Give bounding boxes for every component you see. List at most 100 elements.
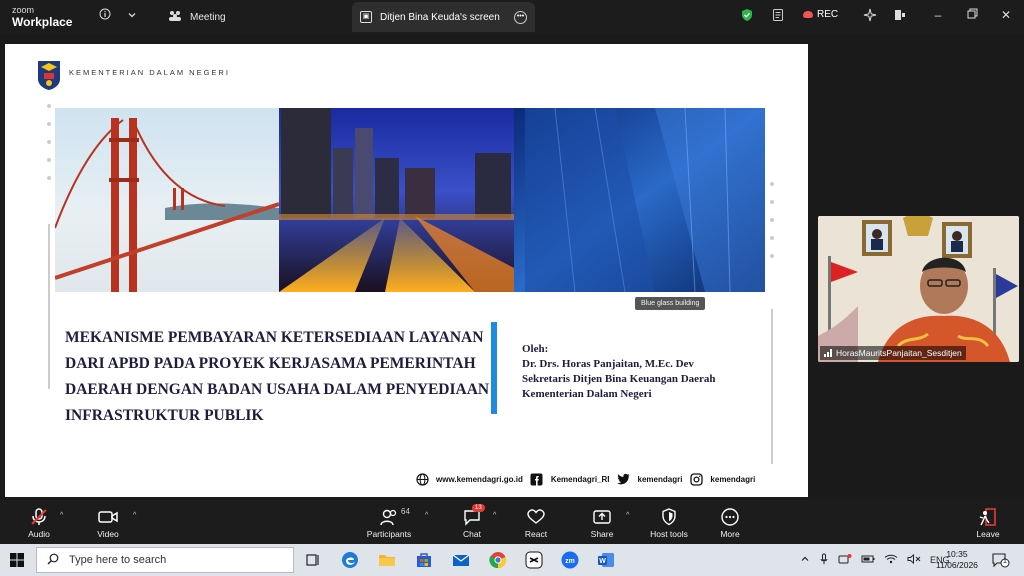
chat-icon: 13 (458, 504, 486, 528)
screen-share-icon: ▣ (360, 11, 372, 23)
svg-text:W: W (599, 558, 606, 565)
tab-meeting-label: Meeting (190, 11, 226, 23)
chrome-icon[interactable] (489, 551, 507, 569)
kemendagri-logo (36, 59, 62, 91)
windows-start-icon[interactable] (10, 553, 24, 567)
zoom-window: zoom Workplace Meeting ▣ Ditjen Bina Keu… (0, 0, 1024, 576)
chat-label: Chat (463, 529, 481, 539)
capcut-icon[interactable] (525, 551, 543, 569)
shared-slide: KEMENTERIAN DALAM NEGERI Blue glass buil… (5, 44, 808, 497)
chat-unread-badge: 13 (472, 504, 485, 512)
audio-button[interactable]: Audio (24, 506, 54, 539)
ministry-name: KEMENTERIAN DALAM NEGERI (69, 68, 230, 77)
instagram-text: kemendagri (710, 474, 756, 484)
heart-icon (522, 506, 550, 528)
taskbar-clock[interactable]: 10:35 11/06/2026 (936, 549, 978, 571)
camera-tray-icon[interactable] (838, 553, 852, 567)
notifications-icon[interactable]: 1 (992, 552, 1010, 573)
sparkle-icon[interactable] (862, 8, 878, 24)
globe-icon (415, 472, 429, 486)
decorative-dots-right (770, 182, 774, 272)
audio-options-caret-icon[interactable]: ^ (60, 512, 63, 519)
battery-icon[interactable] (861, 554, 875, 566)
wifi-icon[interactable] (884, 554, 898, 566)
word-icon[interactable]: W (597, 551, 615, 569)
share-options-caret-icon[interactable]: ^ (626, 512, 629, 519)
mic-muted-icon (24, 506, 54, 528)
audio-label: Audio (28, 529, 50, 539)
twitter-text: kemendagri (637, 474, 683, 484)
mic-tray-icon[interactable] (819, 553, 829, 567)
system-tray: ENG (800, 544, 950, 576)
tab-meeting[interactable]: Meeting (160, 0, 234, 34)
more-button[interactable]: More (716, 506, 744, 539)
notes-icon[interactable] (770, 8, 786, 24)
meeting-icon (168, 10, 182, 25)
shield-check-icon[interactable] (739, 8, 755, 24)
host-tools-button[interactable]: Host tools (646, 506, 692, 539)
accent-bar (491, 322, 497, 414)
brand-line2: Workplace (12, 15, 73, 29)
leave-button[interactable]: Leave (974, 506, 1002, 539)
mail-icon[interactable] (452, 551, 470, 569)
chat-options-caret-icon[interactable]: ^ (493, 512, 496, 519)
chevron-down-icon[interactable] (124, 8, 140, 24)
edge-browser-icon[interactable] (341, 551, 359, 569)
zoom-logo: zoom Workplace (12, 5, 73, 29)
slide-title: MEKANISME PEMBAYARAN KETERSEDIAAN LAYANA… (65, 325, 495, 429)
city-lights-photo (279, 108, 514, 292)
divider-right (771, 309, 773, 464)
more-dots-icon (716, 506, 744, 528)
author-line: Sekretaris Ditjen Bina Keuangan Daerah (522, 373, 716, 385)
shield-icon (646, 506, 692, 528)
search-icon (47, 553, 59, 568)
brand-line1: zoom (12, 5, 35, 15)
info-icon[interactable] (97, 8, 113, 24)
react-button[interactable]: React (522, 506, 550, 539)
participant-video-tile[interactable]: HorasMauritsPanjaitan_Sesditjen (818, 216, 1019, 362)
react-label: React (524, 529, 548, 539)
cloud-record-icon (803, 11, 813, 18)
more-options-icon[interactable]: ••• (514, 10, 527, 24)
leave-door-icon (974, 506, 1002, 528)
title-line: INFRASTRUKTUR PUBLIK (65, 407, 264, 424)
participants-options-caret-icon[interactable]: ^ (425, 512, 428, 519)
rec-label: REC (817, 9, 839, 20)
speaker-muted-icon[interactable] (907, 553, 921, 566)
tab-shared-screen[interactable]: ▣ Ditjen Bina Keuda's screen ••• (352, 2, 535, 32)
microsoft-store-icon[interactable] (415, 551, 433, 569)
chat-button[interactable]: 13 Chat (458, 504, 486, 539)
participant-name: HorasMauritsPanjaitan_Sesditjen (836, 348, 962, 358)
participants-count: 64 (401, 507, 410, 516)
title-line: DARI APBD PADA PROYEK KERJASAMA PEMERINT… (65, 355, 476, 372)
host-tools-label: Host tools (650, 529, 688, 539)
file-explorer-icon[interactable] (378, 551, 396, 569)
share-button[interactable]: Share (588, 506, 616, 539)
recording-indicator[interactable]: REC (803, 9, 838, 20)
clock-date: 11/06/2026 (936, 560, 978, 570)
video-button[interactable]: Video (93, 506, 123, 539)
share-label: Share (590, 529, 614, 539)
participants-label: Participants (366, 529, 412, 539)
author-line: Oleh: (522, 343, 549, 355)
instagram-icon (689, 472, 703, 486)
author-block: Oleh: Dr. Drs. Horas Panjaitan, M.Ec. De… (522, 342, 716, 402)
social-links: www.kemendagri.go.id Kemendagri_RI kemen… (415, 472, 755, 486)
zoom-app-icon[interactable]: zm (561, 551, 579, 569)
apps-panel-icon[interactable] (892, 8, 908, 24)
minimize-icon[interactable]: – (930, 8, 946, 22)
taskbar-search-box[interactable]: Type here to search (36, 547, 294, 573)
meeting-stage: KEMENTERIAN DALAM NEGERI Blue glass buil… (0, 34, 1024, 500)
divider-left (48, 224, 50, 389)
participant-name-label: HorasMauritsPanjaitan_Sesditjen (820, 346, 966, 360)
task-view-icon[interactable] (304, 551, 322, 569)
clock-time: 10:35 (946, 549, 968, 559)
close-icon[interactable]: ✕ (998, 8, 1014, 22)
camera-icon (93, 506, 123, 528)
search-placeholder: Type here to search (69, 554, 167, 566)
restore-icon[interactable] (964, 8, 980, 22)
video-options-caret-icon[interactable]: ^ (133, 512, 136, 519)
title-line: DAERAH DENGAN BADAN USAHA DALAM PENYEDIA… (65, 381, 490, 398)
meeting-controls: Audio ^ Video ^ Participants 64 ^ 13 Cha… (0, 500, 1024, 544)
chevron-up-icon[interactable] (800, 554, 810, 566)
